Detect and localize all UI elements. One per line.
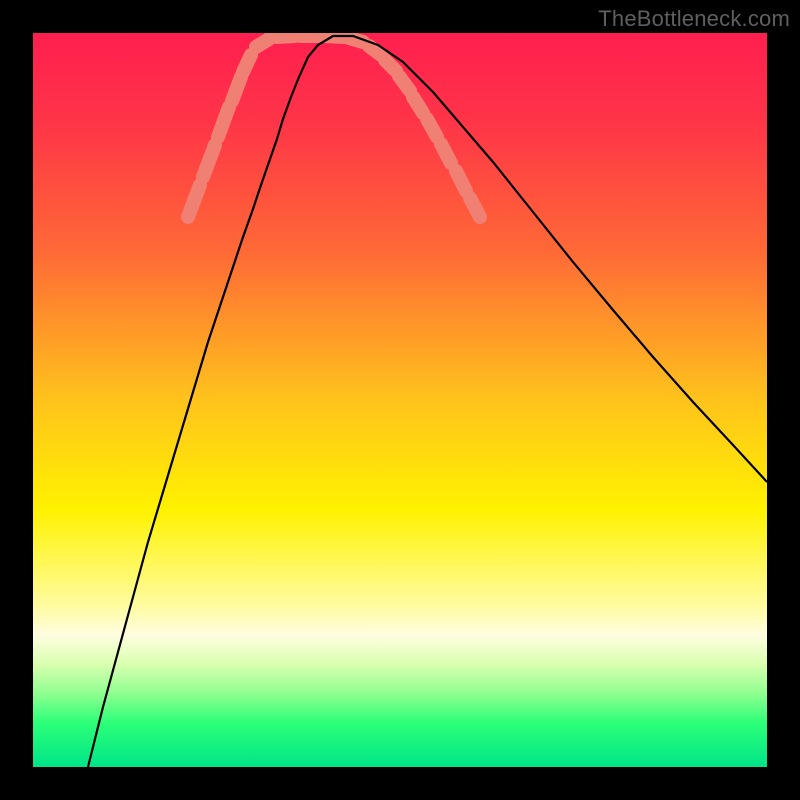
gradient-background (33, 33, 767, 767)
marker-dash (256, 39, 269, 47)
marker-dash (277, 36, 295, 37)
marker-dash (243, 55, 251, 72)
marker-dash (470, 198, 480, 217)
chart-frame: TheBottleneck.com (0, 0, 800, 800)
chart-svg (33, 33, 767, 767)
watermark-text: TheBottleneck.com (598, 6, 790, 32)
plot-area (33, 33, 767, 767)
marker-dash (369, 46, 381, 55)
marker-dash (385, 60, 396, 71)
marker-dash (399, 76, 410, 91)
marker-dash (441, 144, 451, 163)
marker-dash (456, 171, 466, 191)
marker-dash (427, 119, 437, 137)
marker-dash (232, 77, 241, 101)
marker-dash (413, 97, 423, 113)
